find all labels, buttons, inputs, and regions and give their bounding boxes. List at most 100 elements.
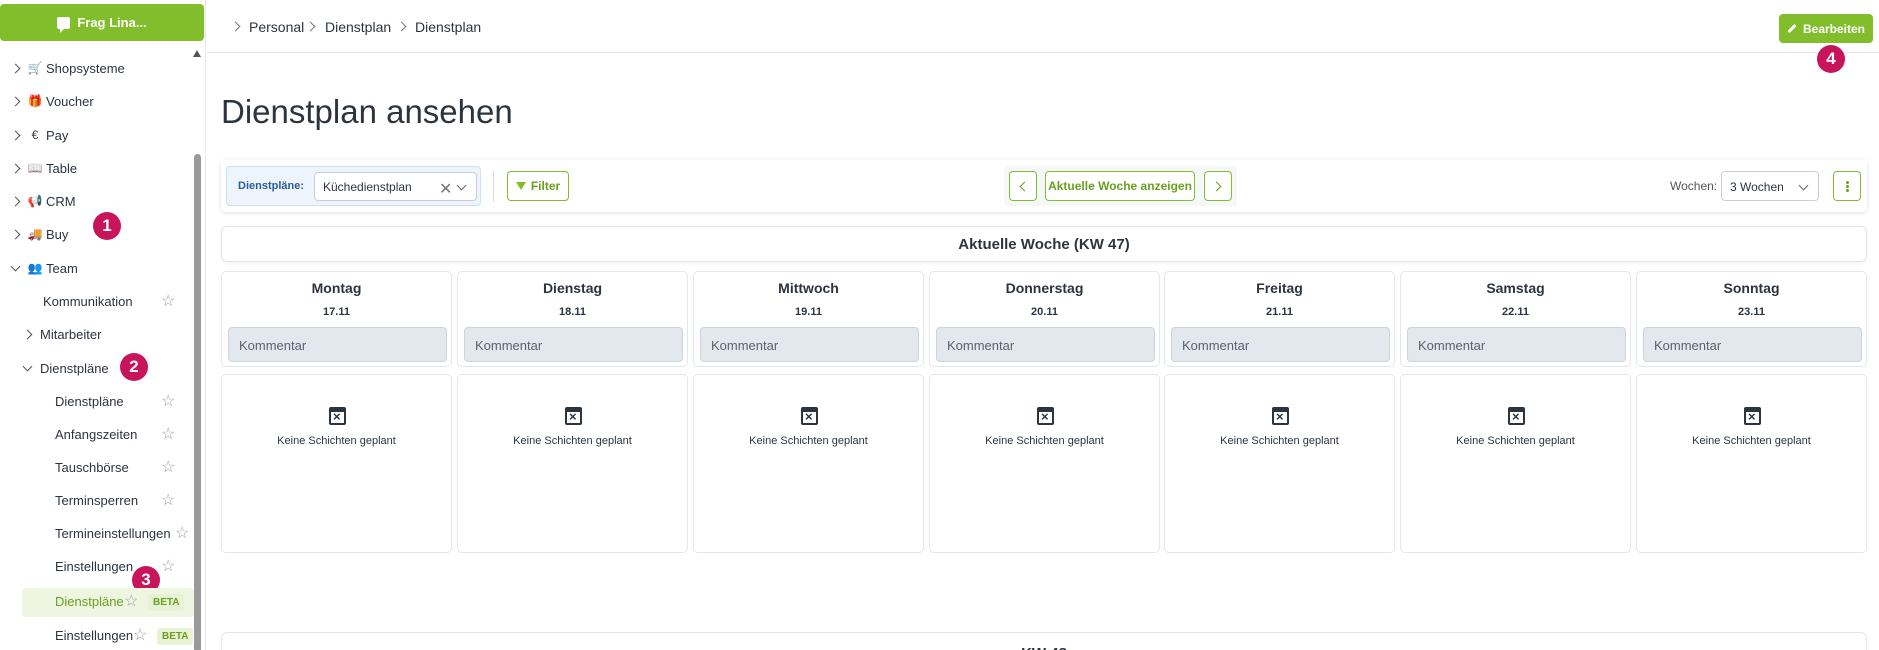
weeks-select-value: 3 Wochen [1730,180,1784,194]
current-week-button[interactable]: Aktuelle Woche anzeigen [1045,171,1195,201]
sidebar-item-einstellungen[interactable]: Einstellungen [55,554,133,578]
sidebar-scrollbar[interactable] [193,48,202,650]
calendar-x-icon [1037,407,1054,425]
day-header: Mittwoch 19.11 Kommentar [693,271,924,367]
sidebar-item-termineinstellungen[interactable]: Termineinstellungen [55,521,171,545]
day-header: Freitag 21.11 Kommentar [1164,271,1395,367]
breadcrumb-dienstplan[interactable]: Dienstplan [325,19,391,35]
favorite-star-icon[interactable]: ☆ [161,490,175,510]
calendar-x-icon [1744,407,1761,425]
day-date: 17.11 [323,306,350,318]
edit-button-label: Bearbeiten [1802,21,1866,36]
day-name: Donnerstag [1005,280,1084,296]
chevron-right-icon [10,96,21,106]
chevron-right-icon [10,163,21,173]
schedule-toolbar: Dienstpläne: Küchedienstplan ✕ Filter Ak… [221,160,1867,212]
comment-input[interactable]: Kommentar [700,327,919,362]
day-name: Montag [311,280,362,296]
sidebar-item-tauschboerse[interactable]: Tauschbörse [55,455,129,479]
sidebar-item-label: Mitarbeiter [40,326,102,342]
day-shift-cell[interactable]: Keine Schichten geplant [457,374,688,553]
chevron-down-icon[interactable] [456,180,467,191]
favorite-star-icon[interactable]: ☆ [161,424,175,444]
sidebar-item-label: Anfangszeiten [55,426,138,442]
comment-input[interactable]: Kommentar [228,327,447,362]
book-icon: 📖 [27,161,43,175]
favorite-star-icon[interactable]: ☆ [161,391,175,411]
marker-badge: 2 [120,353,148,381]
sidebar-item-kommunikation[interactable]: Kommunikation [43,289,133,313]
page-title: Dienstplan ansehen [221,93,513,130]
day-shift-cell[interactable]: Keine Schichten geplant [693,374,924,553]
sidebar-item-shopsysteme[interactable]: 🛒 Shopsysteme [10,56,125,80]
chevron-right-icon [305,21,316,32]
chat-icon [57,16,71,33]
day-shift-cell[interactable]: Keine Schichten geplant [1400,374,1631,553]
plan-select[interactable]: Küchedienstplan ✕ [314,172,477,201]
sidebar-item-anfangszeiten[interactable]: Anfangszeiten [55,422,137,446]
day-name: Freitag [1256,280,1303,296]
favorite-star-icon[interactable]: ☆ [175,523,189,543]
scroll-up-arrow-icon[interactable] [193,50,201,57]
sidebar-item-table[interactable]: 📖 Table [10,156,78,180]
plans-label: Dienstpläne: [238,180,305,192]
sidebar-item-crm[interactable]: 📢 CRM [10,189,76,213]
sidebar-item-dienstplaene[interactable]: Dienstpläne [22,356,109,380]
clear-icon[interactable]: ✕ [439,179,452,199]
divider [493,170,494,202]
day-shift-cell[interactable]: Keine Schichten geplant [929,374,1160,553]
sidebar-item-dienstplaene-sub[interactable]: Dienstpläne [55,389,124,413]
weeks-select[interactable]: 3 Wochen [1721,171,1819,201]
sidebar-item-einstellungen-beta[interactable]: Einstellungen [55,623,133,647]
chevron-down-icon [10,261,21,271]
sidebar-item-buy[interactable]: 🚚 Buy [10,222,69,246]
more-options-button[interactable] [1833,171,1861,201]
day-date: 19.11 [795,306,822,318]
breadcrumb-personal[interactable]: Personal [249,19,304,35]
previous-week-button[interactable] [1009,171,1037,201]
favorite-star-icon[interactable]: ☆ [124,591,138,611]
favorite-star-icon[interactable]: ☆ [161,457,175,477]
next-week-button[interactable] [1204,171,1232,201]
day-name: Samstag [1486,280,1545,296]
sidebar-item-label: Kommunikation [43,293,133,309]
plan-select-value: Küchedienstplan [323,180,412,194]
day-shift-cell[interactable]: Keine Schichten geplant [1636,374,1867,553]
filter-button[interactable]: Filter [507,171,569,201]
empty-shifts-text: Keine Schichten geplant [749,435,868,447]
favorite-star-icon[interactable]: ☆ [161,291,175,311]
chevron-right-icon [396,21,407,32]
sidebar-item-label: Table [46,160,78,176]
sidebar-item-mitarbeiter[interactable]: Mitarbeiter [22,322,102,346]
day-header: Dienstag 18.11 Kommentar [457,271,688,367]
sidebar-item-team[interactable]: 👥 Team [10,256,78,280]
chevron-right-icon [1211,181,1222,191]
favorite-star-icon[interactable]: ☆ [161,556,175,576]
beta-badge: BETA [148,594,185,611]
sidebar-item-label: Einstellungen [55,558,134,574]
chevron-down-icon [22,361,33,371]
favorite-star-icon[interactable]: ☆ [133,625,147,645]
sidebar-item-pay[interactable]: € Pay [10,123,69,147]
sidebar-item-label: Termineinstellungen [55,525,171,541]
comment-input[interactable]: Kommentar [1171,327,1390,362]
comment-input[interactable]: Kommentar [464,327,683,362]
sidebar-item-dienstplaene-beta[interactable]: Dienstpläne [55,589,124,613]
sidebar-item-voucher[interactable]: 🎁 Voucher [10,89,94,113]
comment-input[interactable]: Kommentar [1407,327,1626,362]
scroll-thumb[interactable] [194,154,201,650]
sidebar-item-label: Pay [46,127,69,143]
edit-button[interactable]: Bearbeiten [1779,14,1873,43]
ask-lina-button[interactable]: Frag Lina... [0,4,204,41]
sidebar-item-label: Buy [46,226,69,242]
filter-label: Filter [530,179,561,193]
top-bar: Personal Dienstplan Dienstplan [207,0,1879,53]
comment-input[interactable]: Kommentar [1643,327,1862,362]
calendar-x-icon [565,407,582,425]
comment-input[interactable]: Kommentar [936,327,1155,362]
day-shift-cell[interactable]: Keine Schichten geplant [221,374,452,553]
sidebar-item-label: Shopsysteme [46,60,125,76]
calendar-x-icon [1272,407,1289,425]
day-shift-cell[interactable]: Keine Schichten geplant [1164,374,1395,553]
sidebar-item-terminsperren[interactable]: Terminsperren [55,488,138,512]
